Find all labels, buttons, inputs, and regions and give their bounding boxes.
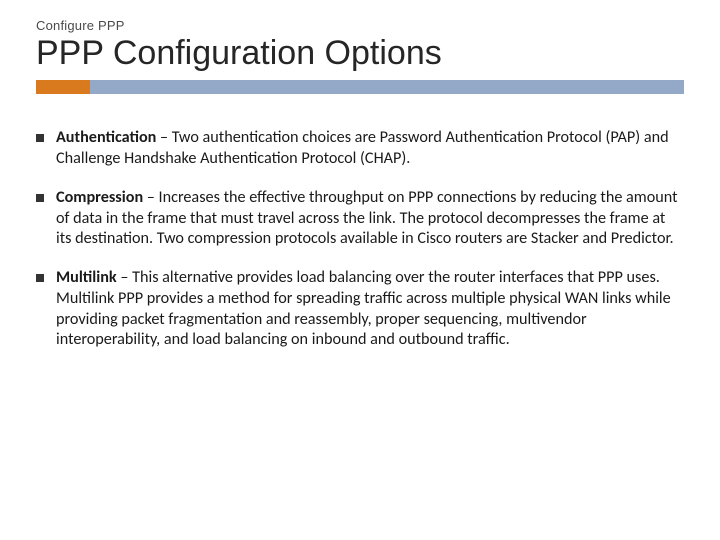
bullet-term: Authentication xyxy=(56,128,156,147)
list-item-text: Multilink – This alternative provides lo… xyxy=(56,268,680,351)
bullet-term: Multilink xyxy=(56,268,117,287)
accent-blue xyxy=(90,80,684,94)
bullet-marker-icon xyxy=(36,274,44,282)
list-item: Multilink – This alternative provides lo… xyxy=(36,268,680,351)
slide-pretitle: Configure PPP xyxy=(36,18,684,33)
list-item-text: Compression – Increases the effective th… xyxy=(56,188,680,250)
list-item: Compression – Increases the effective th… xyxy=(36,188,680,250)
accent-orange xyxy=(36,80,90,94)
accent-bar xyxy=(36,80,684,94)
slide: Configure PPP PPP Configuration Options … xyxy=(0,0,720,540)
bullet-term: Compression xyxy=(56,188,143,207)
list-item: Authentication – Two authentication choi… xyxy=(36,128,680,169)
bullet-desc: – This alternative provides load balanci… xyxy=(56,268,671,349)
bullet-marker-icon xyxy=(36,134,44,142)
slide-title: PPP Configuration Options xyxy=(36,35,684,72)
list-item-text: Authentication – Two authentication choi… xyxy=(56,128,680,169)
bullet-list: Authentication – Two authentication choi… xyxy=(36,128,684,351)
bullet-desc: – Increases the effective throughput on … xyxy=(56,188,678,248)
bullet-marker-icon xyxy=(36,194,44,202)
